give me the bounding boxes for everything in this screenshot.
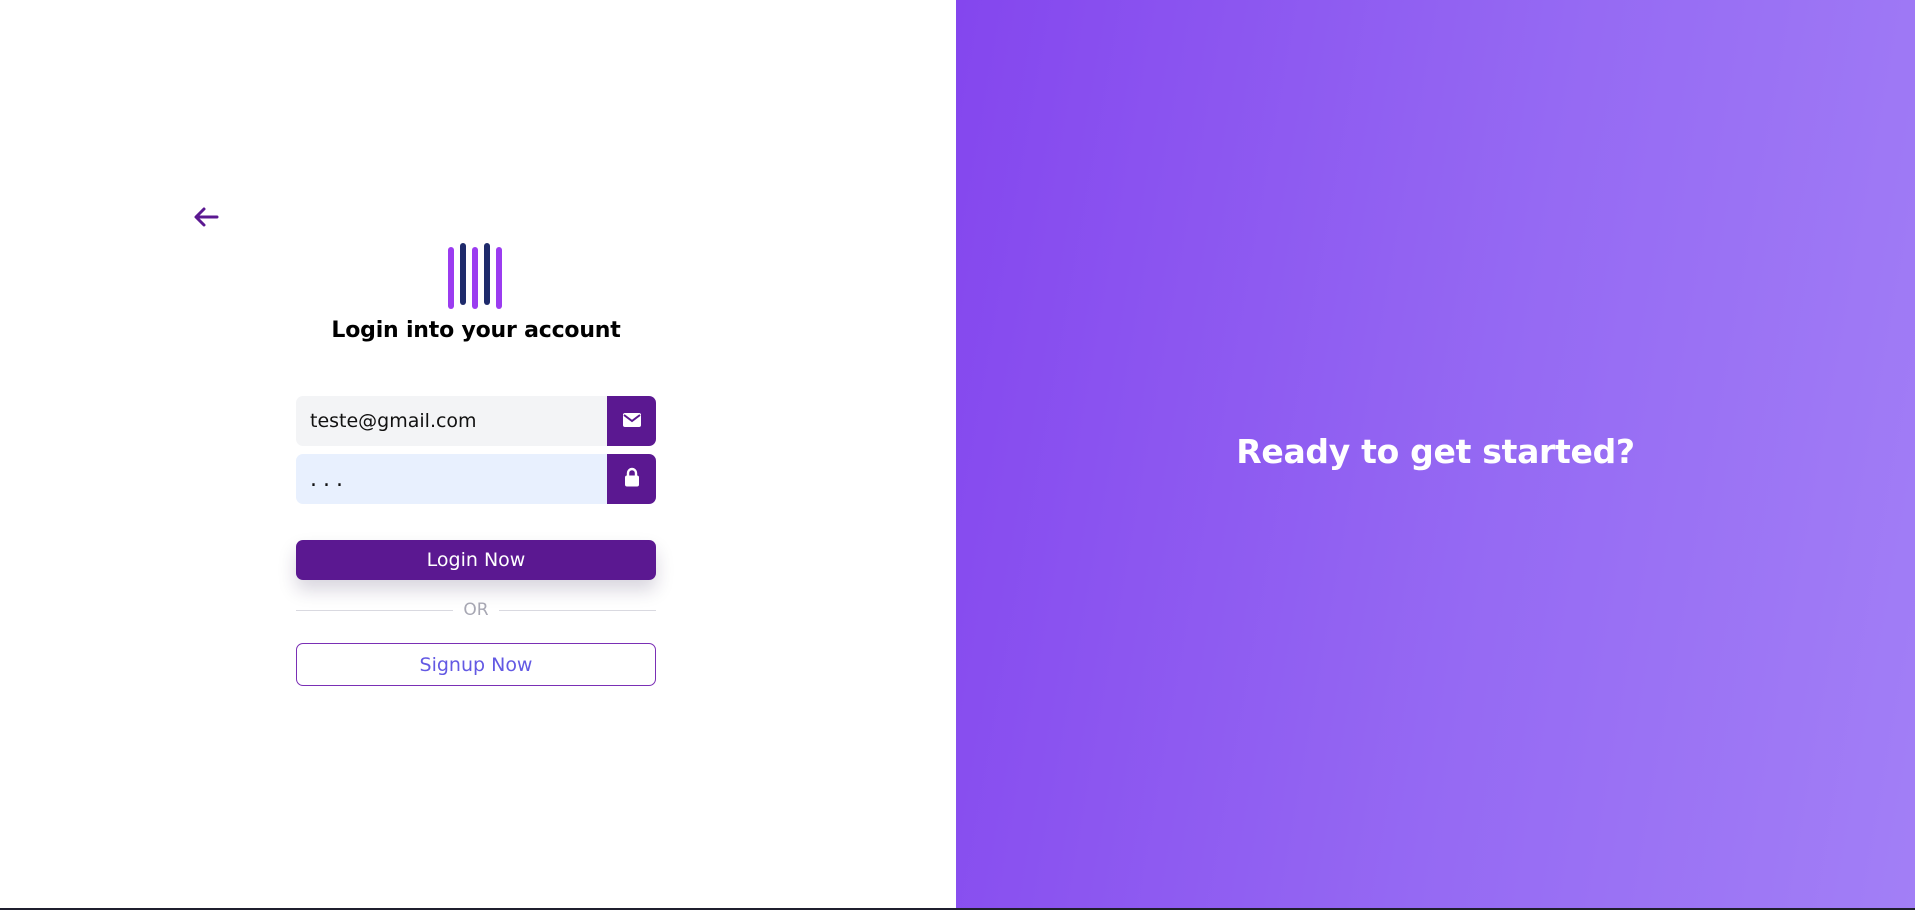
login-page: Login into your account teste@gmail.com … xyxy=(0,0,1915,908)
or-divider: OR xyxy=(296,598,657,622)
email-field xyxy=(296,396,656,446)
password-field xyxy=(296,454,656,504)
promo-headline: Ready to get started? xyxy=(1236,432,1635,471)
email-addon xyxy=(607,396,656,446)
signup-button[interactable]: Signup Now xyxy=(296,643,656,686)
back-arrow-icon[interactable] xyxy=(191,203,221,231)
password-addon xyxy=(607,454,656,504)
promo-panel: Ready to get started? xyxy=(956,0,1915,908)
envelope-icon xyxy=(622,412,641,431)
login-panel: Login into your account teste@gmail.com … xyxy=(0,0,956,908)
email-input[interactable] xyxy=(296,396,607,446)
page-title: Login into your account xyxy=(331,318,621,343)
bars-logo-icon xyxy=(446,242,506,310)
divider-line-right xyxy=(498,609,657,611)
password-input[interactable] xyxy=(296,454,607,504)
divider-line-left xyxy=(296,609,454,611)
lock-icon xyxy=(624,467,640,491)
login-button[interactable]: Login Now xyxy=(296,540,656,580)
divider-label: OR xyxy=(463,600,489,620)
